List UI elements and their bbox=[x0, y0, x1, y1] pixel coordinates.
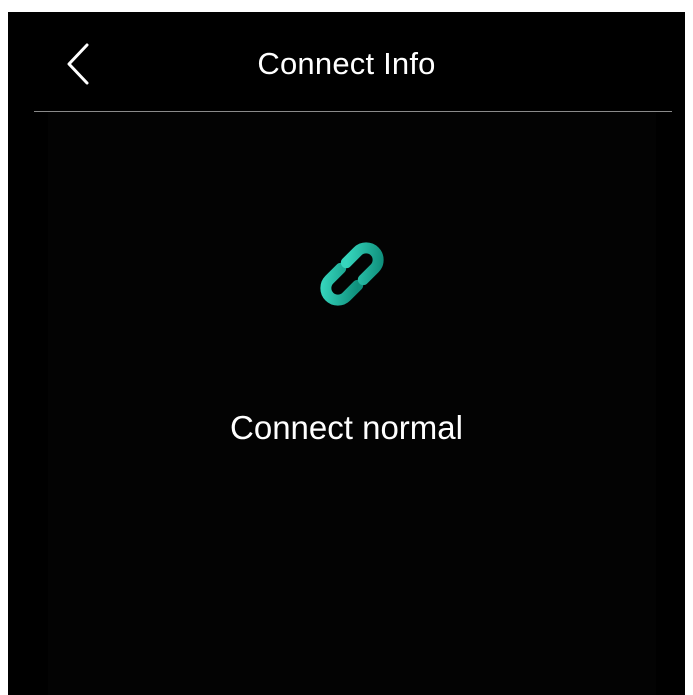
connect-info-screen: Connect Info Connect normal bbox=[8, 12, 685, 695]
header-bar: Connect Info bbox=[8, 12, 685, 112]
connection-status-text: Connect normal bbox=[230, 409, 463, 446]
link-icon bbox=[302, 224, 402, 324]
content-panel bbox=[48, 112, 656, 695]
header-divider bbox=[34, 111, 672, 112]
page-title: Connect Info bbox=[257, 46, 436, 81]
